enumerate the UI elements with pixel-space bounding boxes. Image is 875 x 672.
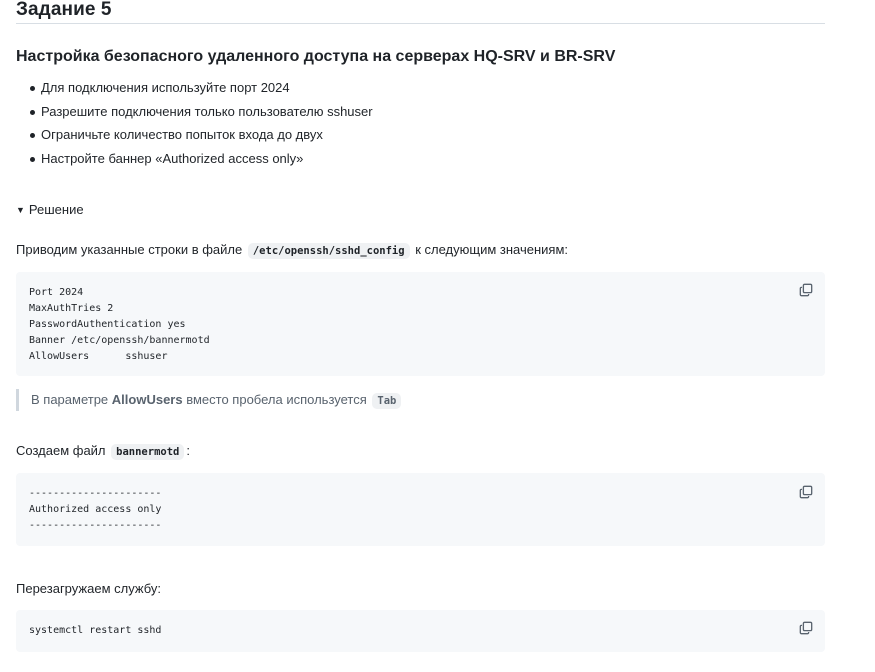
inline-code-file: bannermotd [111,444,185,460]
list-item: Для подключения используйте порт 2024 [30,78,373,98]
paragraph-text: к следующим значениям: [415,242,568,257]
list-item: Ограничьте количество попыток входа до д… [30,125,373,145]
paragraph-text: Приводим указанные строки в файле [16,242,243,257]
copy-icon [799,283,813,297]
document: Задание 5 Настройка безопасного удаленно… [16,0,825,652]
copy-button[interactable] [799,621,813,635]
code-content: ---------------------- Authorized access… [29,488,162,531]
paragraph-text: Создаем файл [16,443,106,458]
list-item: Разрешите подключения только пользовател… [30,102,373,122]
config-paragraph: Приводим указанные строки в файле /etc/o… [16,240,568,261]
restart-paragraph: Перезагружаем службу: [16,581,161,596]
note-text: В параметре [31,392,109,407]
solution-toggle[interactable]: ▼ Решение [16,200,84,220]
note-blockquote: В параметре AllowUsers вместо пробела ис… [16,389,403,411]
note-text: вместо пробела используется [186,392,367,407]
code-content: Port 2024 MaxAuthTries 2 PasswordAuthent… [29,287,210,362]
copy-icon [799,621,813,635]
requirements-list: Для подключения используйте порт 2024 Ра… [16,78,373,172]
copy-button[interactable] [799,485,813,499]
solution-label: Решение [28,202,84,217]
restart-code-block: systemctl restart sshd [16,610,825,652]
paragraph-text: : [186,443,190,458]
list-item: Настройте баннер «Authorized access only… [30,149,373,169]
inline-code-tab: Tab [372,393,402,409]
task-subtitle: Настройка безопасного удаленного доступа… [16,48,616,65]
banner-code-block: ---------------------- Authorized access… [16,473,825,546]
inline-code-path: /etc/openssh/sshd_config [247,243,410,259]
caret-down-icon: ▼ [16,205,25,215]
page-title: Задание 5 [16,0,825,24]
copy-icon [799,485,813,499]
code-content: systemctl restart sshd [29,625,162,636]
note-bold: AllowUsers [111,392,183,407]
banner-paragraph: Создаем файл bannermotd: [16,441,190,462]
copy-button[interactable] [799,283,813,297]
config-code-block: Port 2024 MaxAuthTries 2 PasswordAuthent… [16,272,825,376]
